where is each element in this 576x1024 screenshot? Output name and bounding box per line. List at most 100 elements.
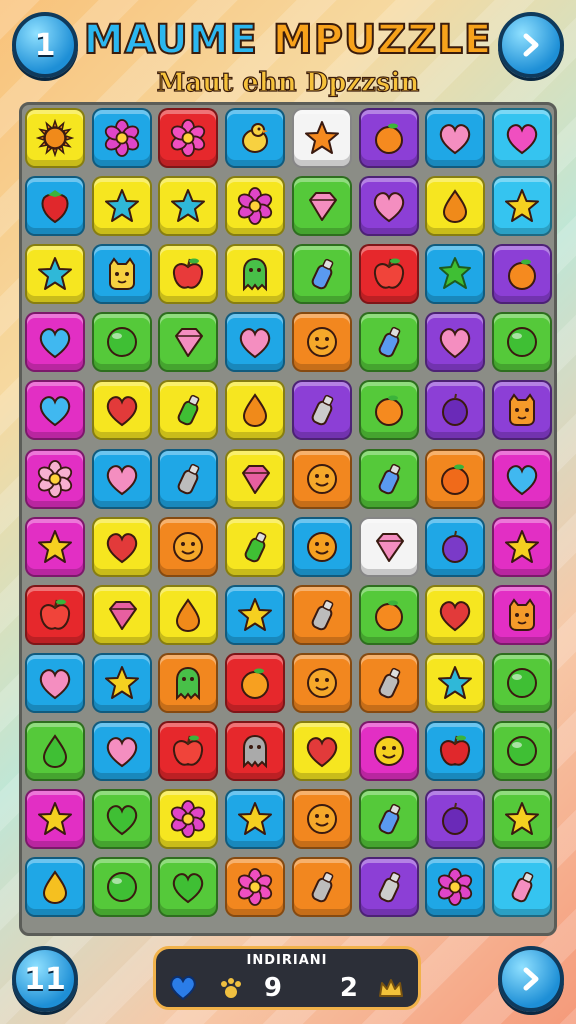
puzzle-tile[interactable] [491, 857, 552, 918]
puzzle-tile[interactable] [358, 720, 419, 781]
puzzle-tile[interactable] [358, 789, 419, 849]
puzzle-tile[interactable] [158, 584, 219, 645]
puzzle-tile[interactable] [25, 516, 85, 577]
puzzle-tile[interactable] [358, 448, 419, 509]
puzzle-tile[interactable] [291, 108, 352, 168]
puzzle-tile[interactable] [158, 176, 219, 237]
puzzle-tile[interactable] [425, 312, 486, 373]
puzzle-tile[interactable] [25, 244, 85, 305]
puzzle-tile[interactable] [291, 584, 352, 645]
puzzle-tile[interactable] [25, 380, 85, 441]
puzzle-tile[interactable] [358, 380, 419, 441]
next-button[interactable] [498, 12, 564, 78]
puzzle-tile[interactable] [225, 448, 286, 509]
puzzle-tile[interactable] [25, 652, 85, 713]
puzzle-tile[interactable] [491, 448, 552, 509]
puzzle-tile[interactable] [491, 380, 552, 441]
puzzle-tile[interactable] [491, 108, 552, 168]
puzzle-tile[interactable] [425, 244, 486, 305]
forward-button[interactable] [498, 946, 564, 1012]
puzzle-tile[interactable] [358, 652, 419, 713]
puzzle-tile[interactable] [491, 176, 552, 237]
puzzle-tile[interactable] [91, 516, 152, 577]
puzzle-tile[interactable] [225, 584, 286, 645]
puzzle-tile[interactable] [225, 108, 286, 168]
puzzle-tile[interactable] [158, 380, 219, 441]
puzzle-tile[interactable] [491, 516, 552, 577]
puzzle-tile[interactable] [158, 789, 219, 849]
puzzle-tile[interactable] [25, 448, 85, 509]
puzzle-tile[interactable] [158, 516, 219, 577]
puzzle-tile[interactable] [91, 652, 152, 713]
puzzle-tile[interactable] [225, 652, 286, 713]
puzzle-tile[interactable] [425, 857, 486, 918]
puzzle-tile[interactable] [91, 857, 152, 918]
puzzle-tile[interactable] [225, 176, 286, 237]
puzzle-tile[interactable] [425, 380, 486, 441]
puzzle-tile[interactable] [91, 584, 152, 645]
puzzle-tile[interactable] [291, 720, 352, 781]
puzzle-tile[interactable] [358, 516, 419, 577]
puzzle-tile[interactable] [158, 312, 219, 373]
puzzle-tile[interactable] [358, 244, 419, 305]
puzzle-tile[interactable] [291, 380, 352, 441]
puzzle-tile[interactable] [425, 652, 486, 713]
puzzle-tile[interactable] [425, 176, 486, 237]
puzzle-tile[interactable] [358, 857, 419, 918]
pause-button[interactable]: 11 [12, 946, 78, 1012]
puzzle-tile[interactable] [358, 584, 419, 645]
puzzle-tile[interactable] [425, 584, 486, 645]
puzzle-tile[interactable] [91, 789, 152, 849]
puzzle-tile[interactable] [225, 789, 286, 849]
level-button[interactable]: 1 [12, 12, 78, 78]
puzzle-tile[interactable] [91, 380, 152, 441]
puzzle-tile[interactable] [291, 857, 352, 918]
puzzle-tile[interactable] [91, 448, 152, 509]
puzzle-tile[interactable] [158, 857, 219, 918]
puzzle-tile[interactable] [291, 516, 352, 577]
puzzle-tile[interactable] [25, 176, 85, 237]
puzzle-tile[interactable] [425, 516, 486, 577]
puzzle-tile[interactable] [291, 652, 352, 713]
puzzle-tile[interactable] [491, 652, 552, 713]
puzzle-tile[interactable] [491, 244, 552, 305]
puzzle-tile[interactable] [25, 312, 85, 373]
puzzle-tile[interactable] [425, 720, 486, 781]
puzzle-tile[interactable] [25, 720, 85, 781]
puzzle-tile[interactable] [225, 857, 286, 918]
puzzle-tile[interactable] [358, 312, 419, 373]
puzzle-tile[interactable] [158, 720, 219, 781]
puzzle-tile[interactable] [291, 244, 352, 305]
puzzle-tile[interactable] [491, 312, 552, 373]
puzzle-tile[interactable] [358, 176, 419, 237]
puzzle-tile[interactable] [91, 244, 152, 305]
puzzle-tile[interactable] [25, 584, 85, 645]
puzzle-tile[interactable] [91, 108, 152, 168]
puzzle-tile[interactable] [425, 448, 486, 509]
puzzle-tile[interactable] [491, 584, 552, 645]
puzzle-tile[interactable] [425, 108, 486, 168]
puzzle-tile[interactable] [291, 448, 352, 509]
puzzle-tile[interactable] [225, 312, 286, 373]
puzzle-tile[interactable] [158, 244, 219, 305]
puzzle-tile[interactable] [225, 380, 286, 441]
puzzle-tile[interactable] [25, 857, 85, 918]
puzzle-tile[interactable] [91, 720, 152, 781]
puzzle-tile[interactable] [358, 108, 419, 168]
puzzle-tile[interactable] [158, 448, 219, 509]
puzzle-tile[interactable] [425, 789, 486, 849]
puzzle-tile[interactable] [25, 108, 85, 168]
puzzle-tile[interactable] [291, 176, 352, 237]
puzzle-tile[interactable] [91, 312, 152, 373]
puzzle-tile[interactable] [291, 789, 352, 849]
puzzle-tile[interactable] [291, 312, 352, 373]
puzzle-tile[interactable] [25, 789, 85, 849]
puzzle-tile[interactable] [491, 720, 552, 781]
puzzle-tile[interactable] [91, 176, 152, 237]
puzzle-tile[interactable] [225, 516, 286, 577]
puzzle-tile[interactable] [158, 652, 219, 713]
puzzle-tile[interactable] [225, 244, 286, 305]
puzzle-tile[interactable] [225, 720, 286, 781]
puzzle-tile[interactable] [158, 108, 219, 168]
puzzle-tile[interactable] [491, 789, 552, 849]
